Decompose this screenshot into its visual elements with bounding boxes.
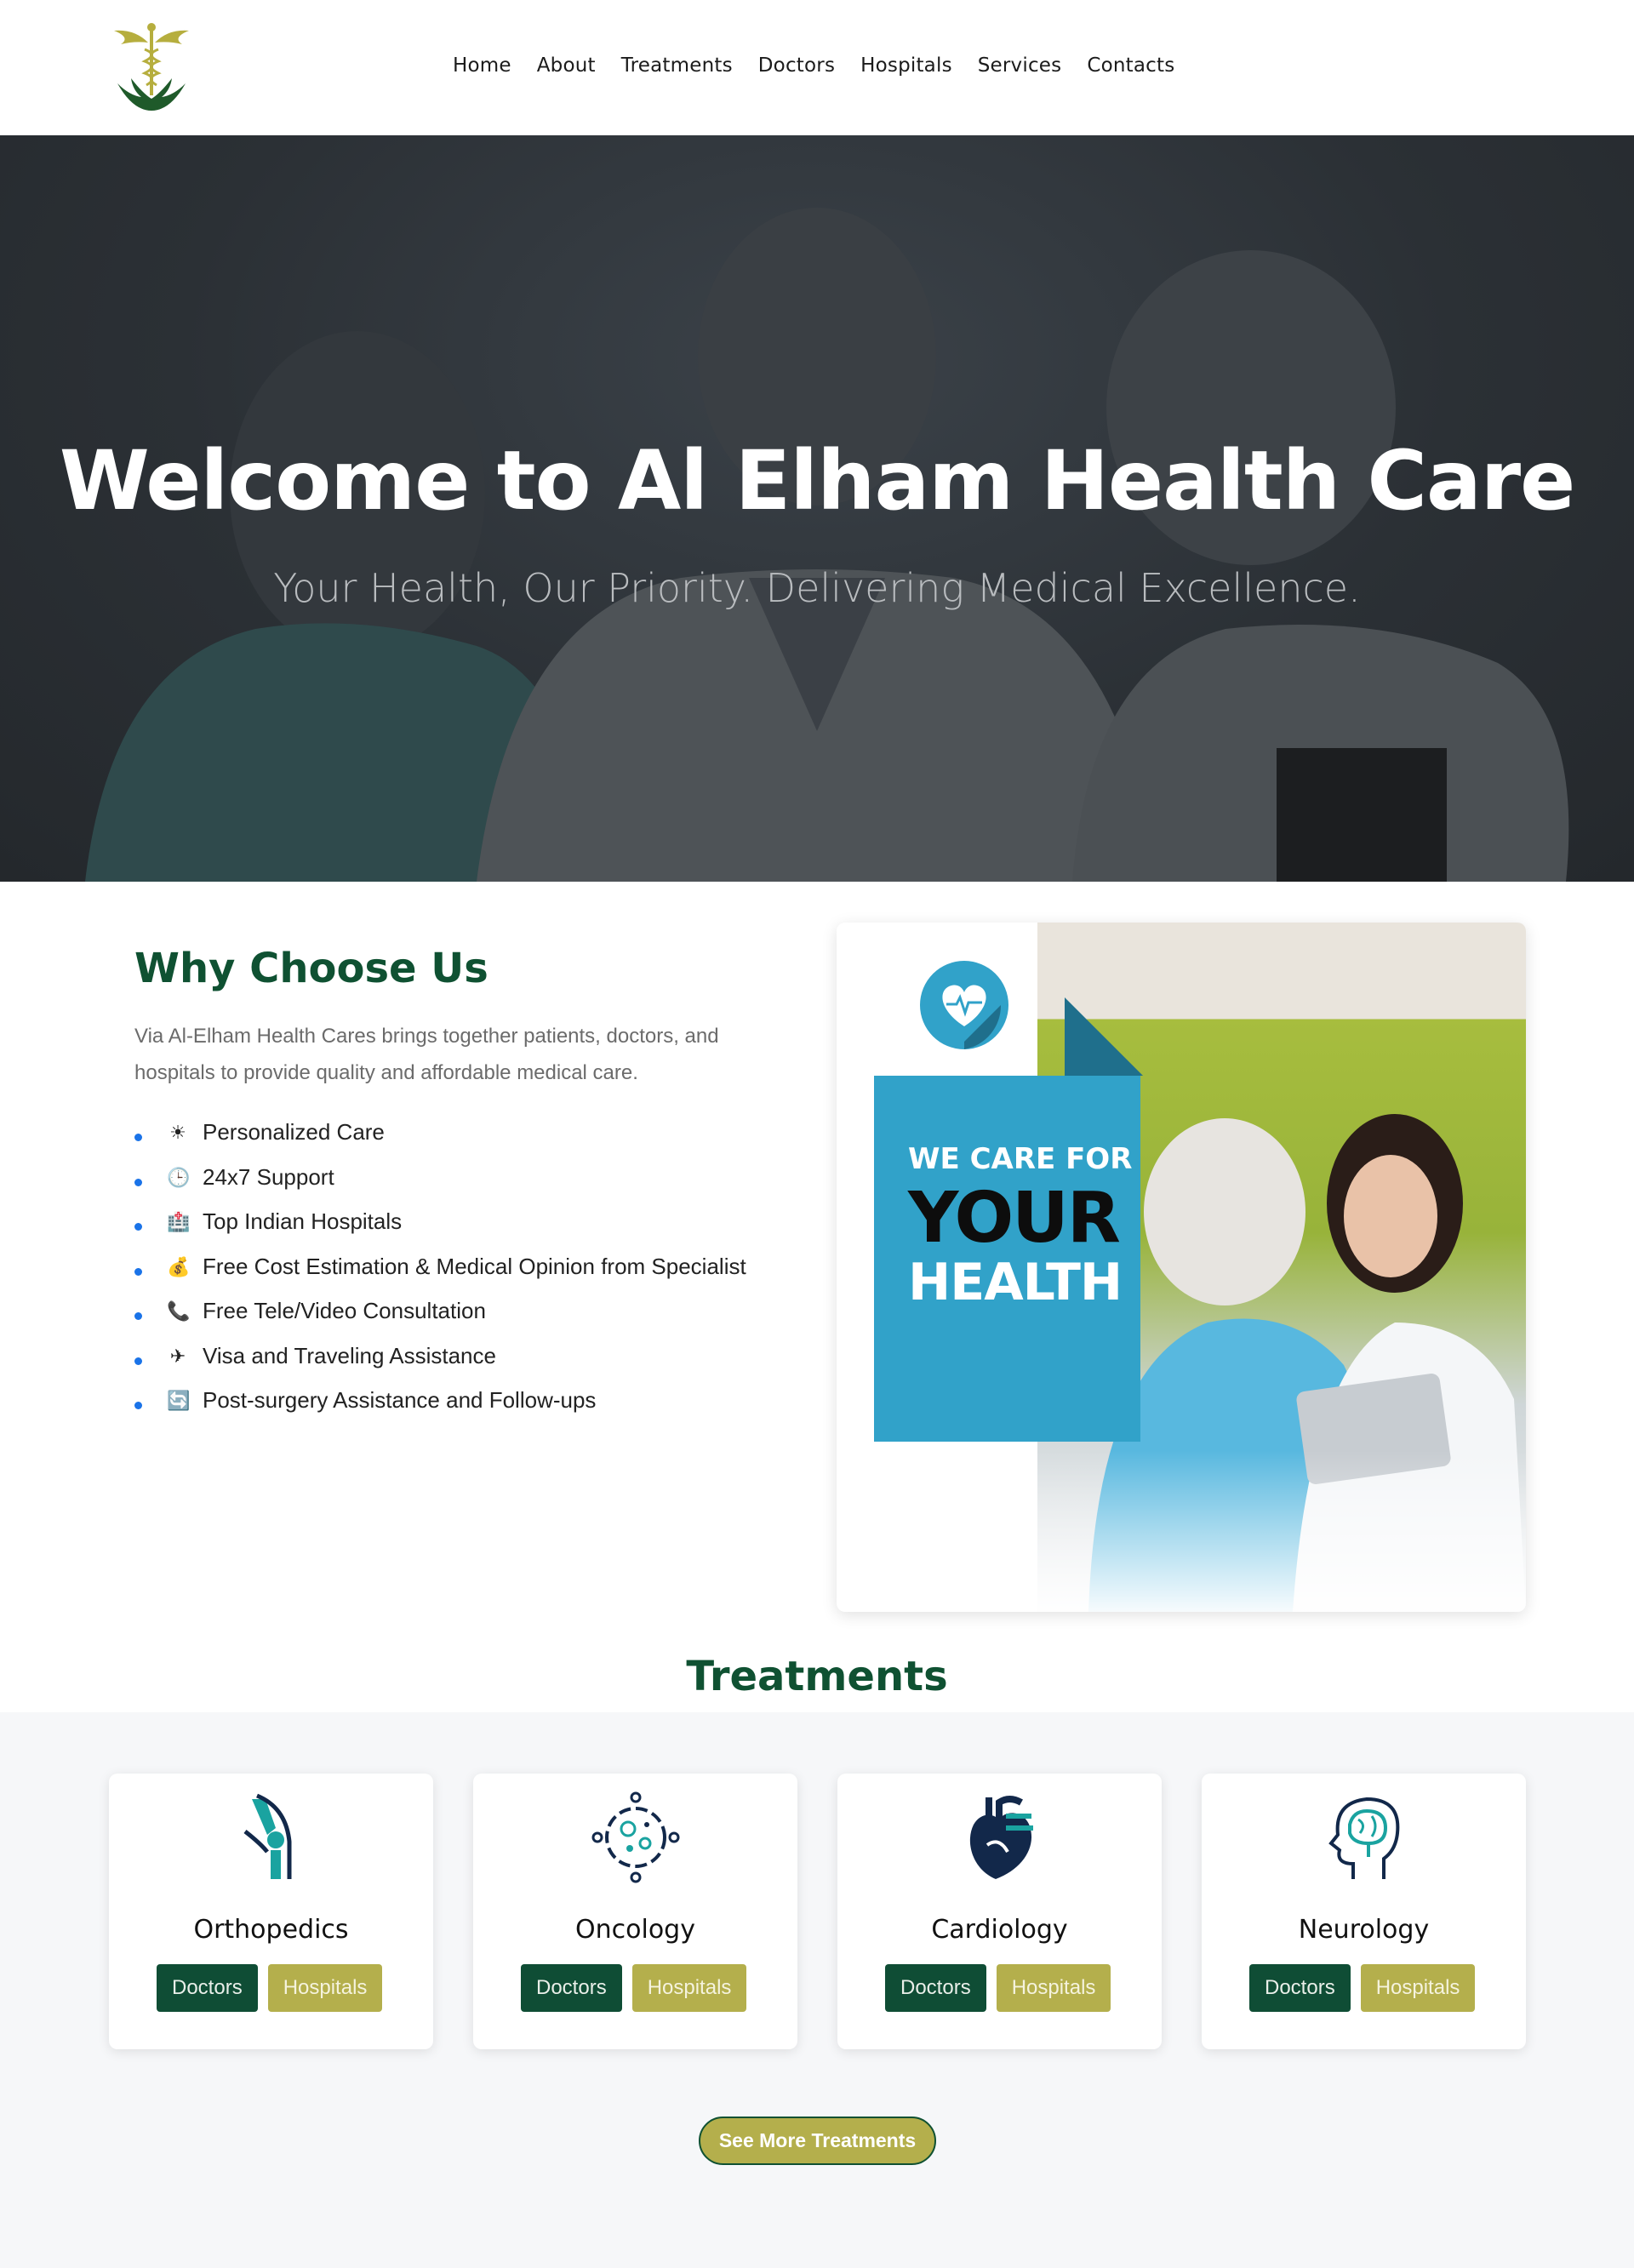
- airplane-icon: ✈: [169, 1345, 186, 1367]
- nav-services[interactable]: Services: [978, 54, 1062, 77]
- money-bag-icon: 💰: [167, 1255, 191, 1277]
- hospitals-button[interactable]: Hospitals: [996, 1964, 1111, 2012]
- hospital-icon: 🏥: [167, 1211, 191, 1232]
- treatment-name: Cardiology: [931, 1915, 1068, 1945]
- banner-fold: [1065, 997, 1143, 1076]
- care-promo-card: WE CARE FOR YOUR HEALTH: [837, 923, 1526, 1612]
- why-choose-us: Why Choose Us Via Al-Elham Health Cares …: [134, 945, 798, 1423]
- hero-title: Welcome to Al Elham Health Care: [59, 433, 1575, 528]
- list-item: 🏥 Top Indian Hospitals: [134, 1199, 798, 1244]
- sun-icon: ☀: [169, 1122, 186, 1143]
- treatment-card-neurology: Neurology Doctors Hospitals: [1202, 1774, 1526, 2049]
- care-line-2: YOUR: [908, 1178, 1121, 1259]
- brain-icon: [1328, 1797, 1400, 1879]
- heart-icon: [969, 1796, 1033, 1879]
- treatment-card-cardiology: Cardiology Doctors Hospitals: [837, 1774, 1162, 2049]
- site-header: Home About Treatments Doctors Hospitals …: [0, 0, 1634, 135]
- treatment-card-orthopedics: Orthopedics Doctors Hospitals: [109, 1774, 433, 2049]
- caduceus-logo-icon[interactable]: [109, 22, 194, 114]
- nav-doctors[interactable]: Doctors: [758, 54, 835, 77]
- list-item: ☀ Personalized Care: [134, 1110, 798, 1155]
- nav-about[interactable]: About: [537, 54, 596, 77]
- hospitals-button[interactable]: Hospitals: [631, 1964, 747, 2012]
- care-line-3: HEALTH: [908, 1253, 1123, 1312]
- doctors-button[interactable]: Doctors: [1249, 1964, 1351, 2012]
- why-title: Why Choose Us: [134, 945, 488, 992]
- nav-contacts[interactable]: Contacts: [1087, 54, 1174, 77]
- treatment-name: Orthopedics: [193, 1915, 349, 1945]
- heart-pulse-icon: [920, 961, 1008, 1049]
- list-item: 💰 Free Cost Estimation & Medical Opinion …: [134, 1244, 798, 1289]
- why-intro: Via Al-Elham Health Cares brings togethe…: [134, 1025, 719, 1084]
- why-list: ☀ Personalized Care 🕒 24x7 Support 🏥 Top In…: [134, 1110, 798, 1423]
- main-nav: Home About Treatments Doctors Hospitals …: [453, 54, 1200, 77]
- list-item: ✈ Visa and Traveling Assistance: [134, 1334, 798, 1379]
- hero-subtitle: Your Health, Our Priority. Delivering Me…: [273, 565, 1361, 611]
- hospitals-button[interactable]: Hospitals: [267, 1964, 383, 2012]
- list-item: 📞 Free Tele/Video Consultation: [134, 1288, 798, 1334]
- phone-icon: 📞: [167, 1300, 191, 1322]
- hero-banner: Welcome to Al Elham Health Care Your Hea…: [0, 135, 1634, 882]
- see-more-treatments-button[interactable]: See More Treatments: [699, 2117, 936, 2165]
- nav-home[interactable]: Home: [453, 54, 511, 77]
- care-line-1: WE CARE FOR: [908, 1142, 1133, 1176]
- nav-treatments[interactable]: Treatments: [621, 54, 733, 77]
- treatment-name: Oncology: [575, 1915, 695, 1945]
- hospitals-button[interactable]: Hospitals: [1360, 1964, 1476, 2012]
- treatment-card-oncology: Oncology Doctors Hospitals: [473, 1774, 797, 2049]
- refresh-icon: 🔄: [167, 1390, 191, 1411]
- knee-joint-icon: [243, 1793, 292, 1879]
- list-item: 🔄 Post-surgery Assistance and Follow-ups: [134, 1378, 798, 1423]
- treatments-title: Treatments: [686, 1653, 948, 1700]
- treatment-name: Neurology: [1298, 1915, 1430, 1945]
- doctors-button[interactable]: Doctors: [885, 1964, 986, 2012]
- cell-icon: [591, 1791, 680, 1883]
- doctors-button[interactable]: Doctors: [157, 1964, 258, 2012]
- clock-icon: 🕒: [167, 1166, 191, 1188]
- list-item: 🕒 24x7 Support: [134, 1155, 798, 1200]
- doctors-button[interactable]: Doctors: [521, 1964, 622, 2012]
- treatment-cards: Orthopedics Doctors Hospitals Oncology D…: [109, 1774, 1526, 2049]
- nav-hospitals[interactable]: Hospitals: [860, 54, 952, 77]
